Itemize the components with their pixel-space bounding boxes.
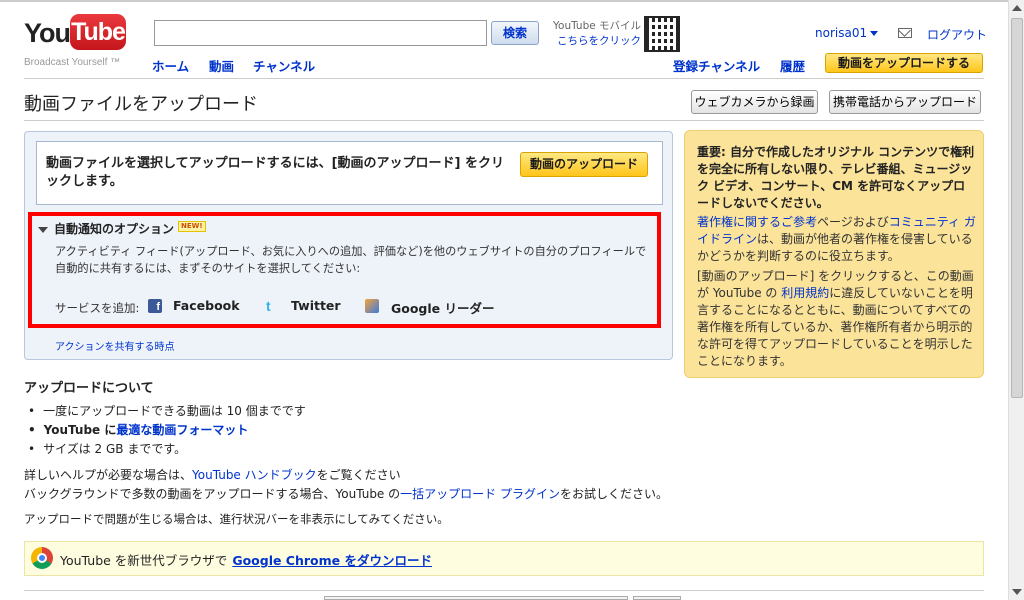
mobile-click-link[interactable]: こちらをクリック — [553, 34, 641, 49]
auto-share-description: アクティビティ フィード(アップロード、お気に入りへの追加、評価など)を他のウェ… — [55, 245, 647, 275]
logo-you-text: You — [24, 18, 71, 48]
handbook-link[interactable]: YouTube ハンドブック — [192, 468, 317, 482]
terms-statement: [動画のアップロード] をクリックすると、この動画が YouTube の 利用規… — [697, 268, 977, 370]
upload-info-list: 一度にアップロードできる動画は 10 個までです YouTube に最適な動画フ… — [28, 402, 306, 459]
bulk-upload-help: バックグラウンドで多数の動画をアップロードする場合、YouTube の一括アップ… — [24, 485, 668, 502]
nav-channels[interactable]: チャンネル — [253, 56, 315, 75]
mail-icon[interactable] — [898, 28, 912, 38]
nav-subscriptions[interactable]: 登録チャンネル — [673, 56, 760, 75]
optimal-format-link[interactable]: 最適な動画フォーマット — [116, 423, 248, 437]
chevron-down-icon — [870, 31, 879, 36]
select-file-instructions: 動画ファイルを選択してアップロードするには、[動画のアップロード] をクリックし… — [46, 156, 505, 189]
triangle-down-icon — [38, 226, 48, 233]
hide-progress-bar-link[interactable]: アップロードで問題が生じる場合は、進行状況バーを非表示にしてみてください。 — [24, 511, 449, 527]
auto-share-options-toggle[interactable]: 自動通知のオプション — [38, 220, 174, 237]
new-badge: NEW! — [178, 221, 206, 232]
add-service-label: サービスを追加: — [55, 301, 140, 315]
list-item: サイズは 2 GB までです。 — [28, 440, 306, 459]
service-twitter[interactable]: Twitter — [291, 298, 341, 313]
terms-of-use-link[interactable]: 利用規約 — [781, 286, 829, 300]
twitter-icon[interactable]: t — [266, 299, 280, 313]
bulk-prefix: バックグラウンドで多数の動画をアップロードする場合、YouTube の — [24, 487, 401, 501]
nav-home[interactable]: ホーム — [152, 56, 189, 75]
copyright-guidance: 著作権に関するご参考ページおよびコミュニティ ガイドラインは、動画が他者の著作権… — [697, 214, 977, 265]
copyright-warning: 重要: 自分で作成したオリジナル コンテンツで権利を完全に所有しない限り、テレビ… — [697, 145, 975, 210]
logout-link[interactable]: ログアウト — [927, 26, 987, 43]
nav-history[interactable]: 履歴 — [780, 56, 805, 75]
footer-search-button[interactable] — [633, 596, 681, 600]
page-title: 動画ファイルをアップロード — [24, 94, 258, 115]
share-actions-link[interactable]: アクションを共有する時点 — [55, 338, 175, 353]
handbook-suffix: をご覧ください — [316, 468, 401, 482]
footer-search-input[interactable] — [324, 596, 628, 600]
mobile-label: YouTube モバイル — [553, 20, 642, 32]
format-prefix: YouTube に — [43, 423, 117, 437]
tagline: Broadcast Yourself ™ — [24, 57, 121, 68]
guidance-mid: ページおよび — [817, 215, 889, 229]
max-size-text: サイズは 2 GB までです。 — [43, 442, 187, 456]
scrollbar-thumb[interactable] — [1011, 18, 1023, 398]
scroll-up-icon[interactable] — [1012, 5, 1022, 11]
search-button[interactable]: 検索 — [491, 21, 539, 45]
handbook-prefix: 詳しいヘルプが必要な場合は、 — [24, 468, 193, 482]
logo-tube-text: Tube — [70, 14, 126, 50]
auto-share-options-title: 自動通知のオプション — [54, 222, 175, 236]
webcam-record-button[interactable]: ウェブカメラから録画 — [691, 90, 818, 114]
chrome-promo-label: YouTube を新世代ブラウザで — [60, 553, 228, 568]
bulk-suffix: をお試しください。 — [559, 487, 668, 501]
user-menu[interactable]: norisa01 — [815, 26, 879, 40]
scroll-down-icon[interactable] — [1012, 589, 1022, 595]
max-videos-text: 一度にアップロードできる動画は 10 個までです — [43, 404, 306, 418]
bulk-upload-plugin-link[interactable]: 一括アップロード プラグイン — [400, 487, 560, 501]
nav-videos[interactable]: 動画 — [209, 56, 234, 75]
list-item: YouTube に最適な動画フォーマット — [28, 421, 306, 440]
list-item: 一度にアップロードできる動画は 10 個までです — [28, 402, 306, 421]
top-border — [0, 0, 1008, 2]
google-reader-icon[interactable] — [365, 299, 379, 313]
footer-divider — [24, 590, 984, 591]
mobile-upload-button[interactable]: 携帯電話からアップロード — [829, 90, 981, 114]
download-chrome-link[interactable]: Google Chrome をダウンロード — [232, 553, 432, 568]
search-input[interactable] — [154, 20, 487, 46]
copyright-tips-link[interactable]: 著作権に関するご参考 — [697, 215, 817, 229]
username: norisa01 — [815, 26, 868, 40]
about-upload-heading: アップロードについて — [24, 381, 154, 396]
header-divider — [24, 78, 984, 79]
youtube-logo[interactable]: You Tube — [24, 12, 126, 56]
header-upload-button[interactable]: 動画をアップロードする — [825, 53, 983, 73]
upload-video-button[interactable]: 動画のアップロード — [520, 152, 648, 177]
chrome-icon — [31, 547, 53, 569]
service-google-reader[interactable]: Google リーダー — [391, 298, 495, 317]
service-facebook[interactable]: Facebook — [173, 298, 240, 313]
handbook-help: 詳しいヘルプが必要な場合は、YouTube ハンドブックをご覧ください — [24, 466, 401, 483]
chrome-promo-text: YouTube を新世代ブラウザで Google Chrome をダウンロード — [60, 550, 432, 569]
facebook-icon[interactable]: f — [148, 299, 162, 313]
title-divider — [24, 120, 984, 121]
vertical-scrollbar[interactable] — [1008, 0, 1024, 600]
youtube-mobile-promo[interactable]: YouTube モバイル こちらをクリック — [553, 19, 641, 49]
qr-code-icon[interactable] — [644, 16, 680, 52]
